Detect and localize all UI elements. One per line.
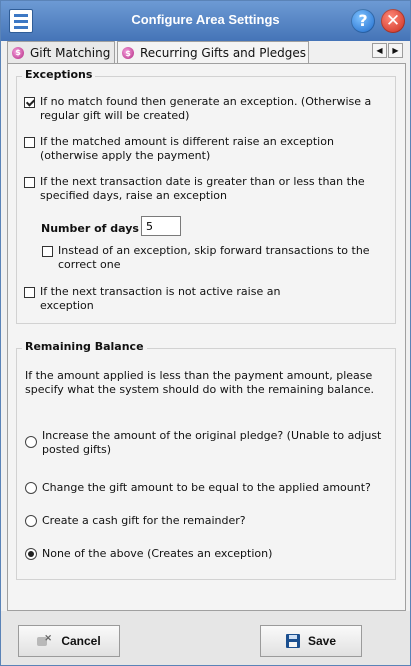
next-date-option[interactable]: If the next transaction date is greater … xyxy=(24,175,384,203)
none-of-the-above-option[interactable]: None of the above (Creates an exception) xyxy=(25,547,385,561)
help-icon[interactable]: ? xyxy=(351,9,375,33)
tab-scroll-right-icon[interactable]: ▶ xyxy=(388,43,403,58)
window-title: Configure Area Settings xyxy=(131,12,280,27)
increase-pledge-radio[interactable] xyxy=(25,436,37,448)
increase-pledge-option[interactable]: Increase the amount of the original pled… xyxy=(25,429,385,457)
skip-forward-label: Instead of an exception, skip forward tr… xyxy=(58,244,370,271)
pledge-icon: $ xyxy=(122,47,134,59)
cancel-button-label: Cancel xyxy=(61,634,101,648)
number-of-days-label: Number of days xyxy=(41,222,139,235)
not-active-label: If the next transaction is not active ra… xyxy=(40,285,281,312)
pledge-icon: $ xyxy=(12,46,24,59)
none-of-the-above-label: None of the above (Creates an exception) xyxy=(42,547,273,560)
amount-different-checkbox[interactable] xyxy=(24,137,35,148)
amount-different-option[interactable]: If the matched amount is different raise… xyxy=(24,135,384,163)
tab-page: Exceptions If no match found then genera… xyxy=(7,63,406,611)
cancel-button[interactable]: Cancel xyxy=(18,625,120,657)
not-active-checkbox[interactable] xyxy=(24,287,35,298)
tab-scroll-left-icon[interactable]: ◀ xyxy=(372,43,387,58)
skip-forward-checkbox[interactable] xyxy=(42,246,53,257)
tab-gift-matching[interactable]: $ Gift Matching xyxy=(7,41,115,63)
no-match-option[interactable]: If no match found then generate an excep… xyxy=(24,95,384,123)
next-date-label: If the next transaction date is greater … xyxy=(40,175,365,202)
tab-recurring-gifts-and-pledges[interactable]: $ Recurring Gifts and Pledges xyxy=(117,41,309,64)
button-bar: Cancel Save xyxy=(1,611,410,665)
remaining-balance-heading: Remaining Balance xyxy=(22,340,147,353)
change-gift-amount-radio[interactable] xyxy=(25,482,37,494)
change-gift-amount-option[interactable]: Change the gift amount to be equal to th… xyxy=(25,481,385,495)
no-match-label: If no match found then generate an excep… xyxy=(40,95,372,122)
exceptions-group: Exceptions If no match found then genera… xyxy=(16,68,396,324)
remaining-balance-group: Remaining Balance If the amount applied … xyxy=(16,340,396,580)
amount-different-label: If the matched amount is different raise… xyxy=(40,135,334,162)
tab-label: Recurring Gifts and Pledges xyxy=(140,46,307,60)
tab-label: Gift Matching xyxy=(30,45,111,60)
save-button-label: Save xyxy=(307,634,337,648)
close-icon[interactable]: ✕ xyxy=(381,9,405,33)
no-match-checkbox[interactable] xyxy=(24,97,35,108)
cash-gift-radio[interactable] xyxy=(25,515,37,527)
cash-gift-option[interactable]: Create a cash gift for the remainder? xyxy=(25,514,385,528)
increase-pledge-label: Increase the amount of the original pled… xyxy=(42,429,382,456)
save-button[interactable]: Save xyxy=(260,625,362,657)
configure-area-settings-window: Configure Area Settings ? ✕ $ Gift Match… xyxy=(0,0,411,666)
change-gift-amount-label: Change the gift amount to be equal to th… xyxy=(42,481,371,494)
save-disk-icon xyxy=(285,634,300,648)
exceptions-heading: Exceptions xyxy=(22,68,96,81)
cash-gift-label: Create a cash gift for the remainder? xyxy=(42,514,246,527)
none-of-the-above-radio[interactable] xyxy=(25,548,37,560)
title-bar: Configure Area Settings ? ✕ xyxy=(1,1,410,41)
tab-strip: $ Gift Matching $ Recurring Gifts and Pl… xyxy=(7,41,407,64)
settings-list-icon xyxy=(9,9,33,33)
skip-forward-option[interactable]: Instead of an exception, skip forward tr… xyxy=(42,244,382,272)
next-date-checkbox[interactable] xyxy=(24,177,35,188)
number-of-days-input[interactable] xyxy=(141,216,181,236)
not-active-option[interactable]: If the next transaction is not active ra… xyxy=(24,285,324,313)
cancel-icon xyxy=(37,633,53,648)
remaining-balance-description: If the amount applied is less than the p… xyxy=(25,369,374,396)
